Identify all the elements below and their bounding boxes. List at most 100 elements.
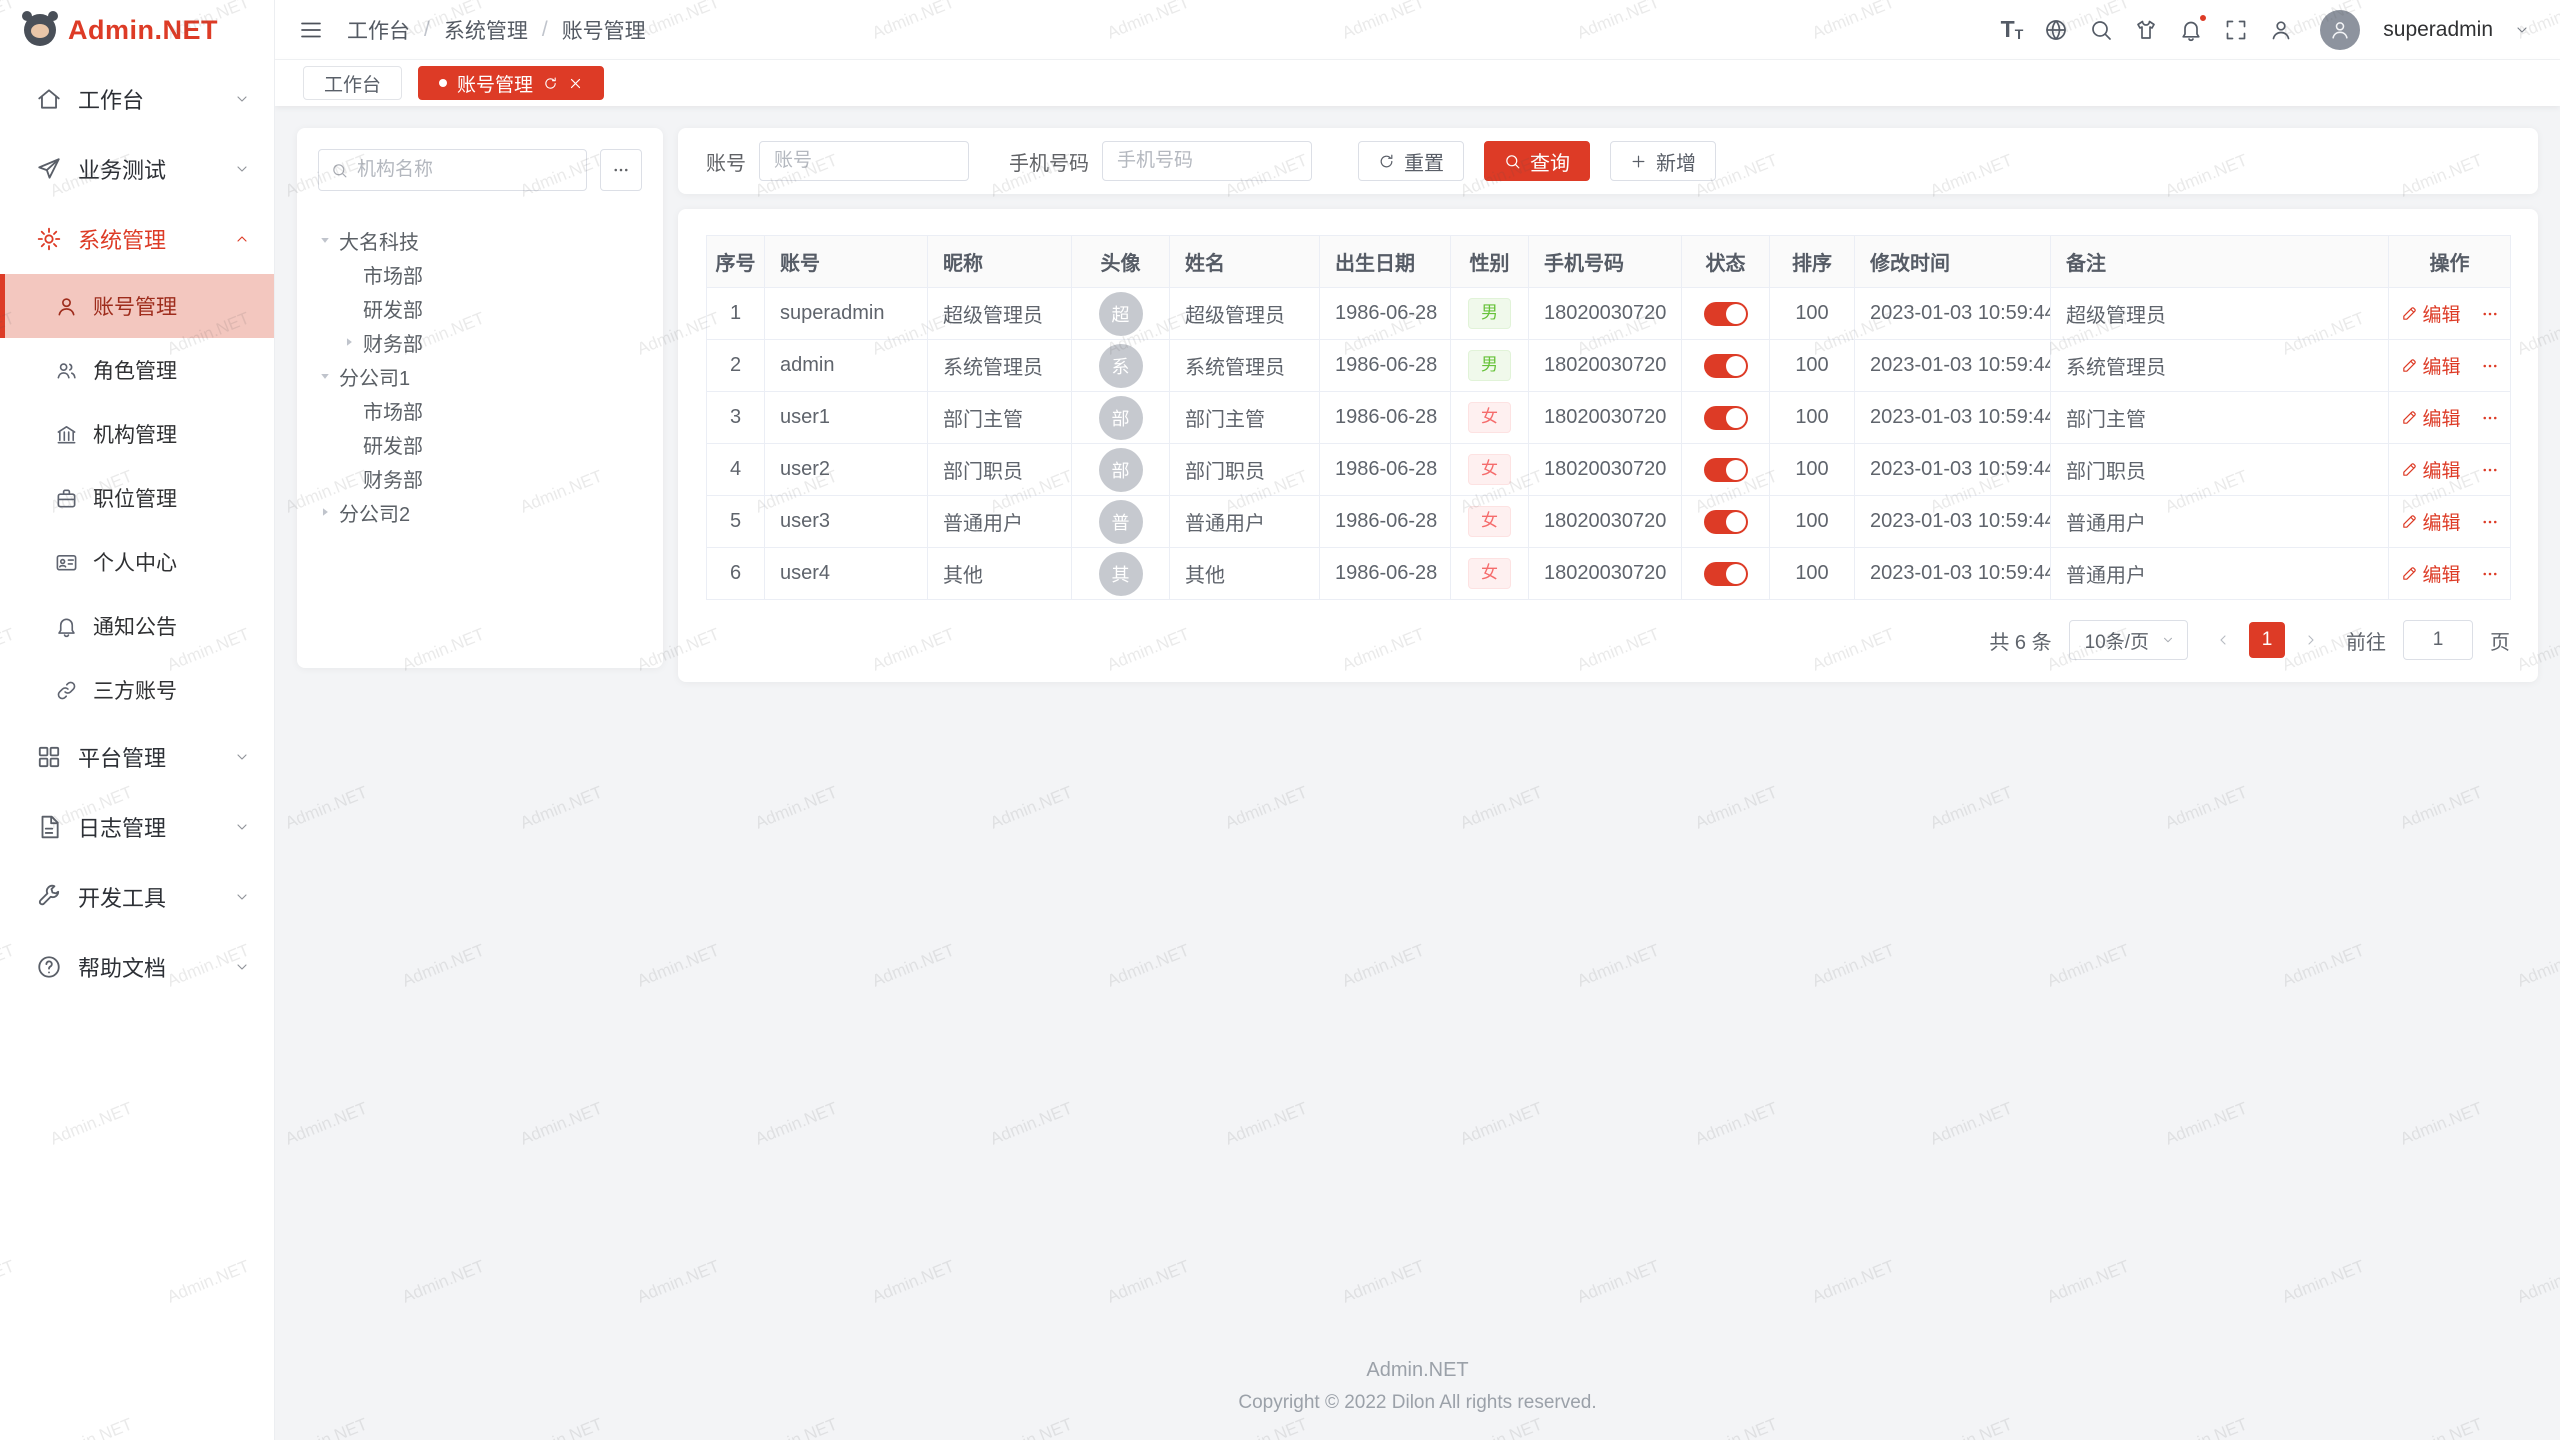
page-button-1[interactable]: 1 — [2249, 622, 2285, 658]
cell-name: 超级管理员 — [1170, 288, 1320, 340]
sidebar-item-platform-management[interactable]: 平台管理 — [0, 722, 274, 792]
status-toggle[interactable] — [1704, 510, 1748, 534]
sidebar-item-log-management[interactable]: 日志管理 — [0, 792, 274, 862]
goto-page-input[interactable] — [2403, 620, 2473, 660]
org-search-box — [318, 149, 587, 191]
sidebar-subitem-role-management[interactable]: 角色管理 — [0, 338, 274, 402]
user-avatar[interactable] — [2320, 10, 2360, 50]
chevron-down-icon — [234, 819, 250, 835]
search-icon[interactable] — [2089, 18, 2113, 42]
user-layout-icon[interactable] — [2269, 18, 2293, 42]
more-actions-button[interactable] — [2481, 565, 2499, 583]
cell-name: 其他 — [1170, 548, 1320, 600]
col-header: 账号 — [765, 236, 928, 288]
notification-icon[interactable] — [2179, 18, 2203, 42]
notification-badge — [2198, 13, 2208, 23]
sidebar-menu: 工作台 业务测试 系统管理 账号管理 角色管理 — [0, 60, 274, 1440]
edit-button[interactable]: 编辑 — [2401, 300, 2461, 327]
edit-button[interactable]: 编辑 — [2401, 508, 2461, 535]
sidebar-subitem-position-management[interactable]: 职位管理 — [0, 466, 274, 530]
close-tab-icon[interactable] — [568, 76, 583, 91]
edit-button[interactable]: 编辑 — [2401, 560, 2461, 587]
cell-account: admin — [765, 340, 928, 392]
goto-label: 前往 — [2346, 626, 2386, 655]
sidebar-item-dev-tools[interactable]: 开发工具 — [0, 862, 274, 932]
page-size-select[interactable]: 10条/页 — [2069, 620, 2188, 660]
status-toggle[interactable] — [1704, 354, 1748, 378]
col-header: 出生日期 — [1320, 236, 1451, 288]
tree-node[interactable]: 研发部 — [318, 291, 642, 325]
language-icon[interactable] — [2044, 18, 2068, 42]
cell-modified: 2023-01-03 10:59:44 — [1855, 548, 2051, 600]
gender-badge: 男 — [1468, 298, 1511, 329]
caret-icon[interactable] — [318, 505, 332, 519]
status-toggle[interactable] — [1704, 406, 1748, 430]
sidebar-subitem-personal-center[interactable]: 个人中心 — [0, 530, 274, 594]
caret-icon[interactable] — [318, 233, 332, 247]
cell-birth: 1986-06-28 — [1320, 340, 1451, 392]
more-actions-button[interactable] — [2481, 461, 2499, 479]
sidebar-subitem-account-management[interactable]: 账号管理 — [0, 274, 274, 338]
chevron-down-icon — [2161, 633, 2175, 647]
next-page-button[interactable] — [2293, 622, 2329, 658]
search-button[interactable]: 查询 — [1484, 141, 1590, 181]
sidebar-subitem-third-account[interactable]: 三方账号 — [0, 658, 274, 722]
theme-icon[interactable] — [2134, 18, 2158, 42]
tree-node[interactable]: 市场部 — [318, 393, 642, 427]
page-unit-label: 页 — [2490, 626, 2510, 655]
reset-button[interactable]: 重置 — [1358, 141, 1464, 181]
prev-page-button[interactable] — [2205, 622, 2241, 658]
phone-input[interactable] — [1102, 141, 1312, 181]
briefcase-icon — [55, 487, 78, 510]
caret-icon[interactable] — [318, 369, 332, 383]
tree-node[interactable]: 分公司2 — [318, 495, 642, 529]
status-toggle[interactable] — [1704, 562, 1748, 586]
cell-account: user3 — [765, 496, 928, 548]
chevron-down-icon[interactable] — [2514, 22, 2530, 38]
caret-icon[interactable] — [342, 335, 356, 349]
collapse-menu-icon[interactable] — [299, 18, 323, 42]
tree-node[interactable]: 市场部 — [318, 257, 642, 291]
add-button[interactable]: 新增 — [1610, 141, 1716, 181]
pagination: 共 6 条 10条/页 1 前往 — [706, 620, 2510, 660]
sidebar-item-system-management[interactable]: 系统管理 — [0, 204, 274, 274]
tab-account-management[interactable]: 账号管理 — [418, 66, 604, 100]
tree-more-button[interactable] — [600, 149, 642, 191]
more-actions-button[interactable] — [2481, 357, 2499, 375]
more-actions-button[interactable] — [2481, 305, 2499, 323]
status-toggle[interactable] — [1704, 302, 1748, 326]
sidebar-subitem-notice[interactable]: 通知公告 — [0, 594, 274, 658]
cell-name: 部门主管 — [1170, 392, 1320, 444]
edit-button[interactable]: 编辑 — [2401, 456, 2461, 483]
sidebar-item-workbench[interactable]: 工作台 — [0, 64, 274, 134]
tree-node[interactable]: 分公司1 — [318, 359, 642, 393]
username[interactable]: superadmin — [2383, 18, 2493, 42]
breadcrumb-item[interactable]: 工作台 — [347, 15, 410, 45]
col-header: 手机号码 — [1529, 236, 1682, 288]
tree-node[interactable]: 财务部 — [318, 325, 642, 359]
paper-plane-icon — [36, 156, 62, 182]
more-actions-button[interactable] — [2481, 513, 2499, 531]
sidebar-item-help-docs[interactable]: 帮助文档 — [0, 932, 274, 1002]
tree-node-label: 财务部 — [363, 464, 423, 493]
tab-workbench[interactable]: 工作台 — [303, 66, 402, 100]
font-size-icon[interactable]: TT — [2001, 18, 2024, 41]
sidebar-subitem-org-management[interactable]: 机构管理 — [0, 402, 274, 466]
edit-button[interactable]: 编辑 — [2401, 352, 2461, 379]
tree-node[interactable]: 研发部 — [318, 427, 642, 461]
edit-button[interactable]: 编辑 — [2401, 404, 2461, 431]
org-search-input[interactable] — [357, 159, 574, 181]
col-header: 头像 — [1072, 236, 1170, 288]
account-input[interactable] — [759, 141, 969, 181]
more-actions-button[interactable] — [2481, 409, 2499, 427]
fullscreen-icon[interactable] — [2224, 18, 2248, 42]
tree-node-label: 市场部 — [363, 396, 423, 425]
refresh-tab-icon[interactable] — [543, 76, 558, 91]
tree-node[interactable]: 财务部 — [318, 461, 642, 495]
col-header: 性别 — [1451, 236, 1529, 288]
tree-node[interactable]: 大名科技 — [318, 223, 642, 257]
sidebar-item-business-test[interactable]: 业务测试 — [0, 134, 274, 204]
breadcrumb-item[interactable]: 系统管理 — [444, 15, 528, 45]
status-toggle[interactable] — [1704, 458, 1748, 482]
avatar: 部 — [1099, 448, 1143, 492]
